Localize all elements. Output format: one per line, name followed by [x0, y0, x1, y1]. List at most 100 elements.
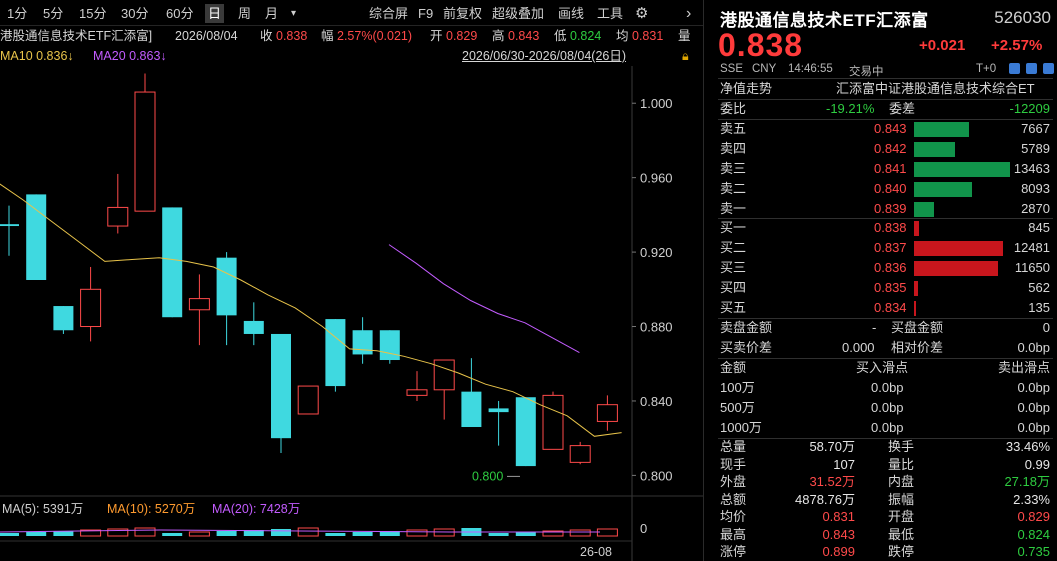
- bid-level-volume: 135: [1028, 300, 1050, 315]
- stats-row: 总量 58.70万 换手 33.46%: [704, 438, 1057, 456]
- weicha-label: 委差: [889, 101, 916, 116]
- slip-amount-header: 金额: [720, 360, 747, 375]
- chart-area: 1分 5分 15分 30分 60分日周月 ▾ 综合屏 F9 前复权 超级叠加 画线 工具 ⚙ › 港股通信…: [0, 0, 703, 561]
- ask-level-4[interactable]: 卖二 0.840 8093: [704, 179, 1057, 199]
- bid-level-price: 0.834: [874, 300, 907, 315]
- tool-0[interactable]: 综合屏: [366, 4, 411, 23]
- date-tick-label: 26-08: [580, 545, 612, 559]
- settings-icon[interactable]: ⚙: [632, 4, 651, 23]
- bid-level-2[interactable]: 买二 0.837 12481: [704, 238, 1057, 258]
- bid-level-1[interactable]: 买一 0.838 845: [704, 218, 1057, 238]
- period-tab-7[interactable]: 月: [262, 4, 281, 23]
- slip-sell-header: 卖出滑点: [997, 360, 1050, 375]
- tool-5[interactable]: 工具: [594, 4, 626, 23]
- ask-level-volume: 2870: [1021, 201, 1050, 216]
- bid-level-label: 买四: [720, 280, 747, 295]
- y-tick-label: 1.000: [640, 96, 673, 111]
- avg-value: 0.831: [632, 29, 664, 43]
- bid-volume-bar: [914, 281, 918, 296]
- sell-amount-value: -: [872, 320, 877, 335]
- candle-body: [325, 319, 346, 387]
- candle-body: [379, 330, 400, 361]
- nav-row[interactable]: 净值走势 汇添富中证港股通信息技术综合ET: [704, 79, 1057, 99]
- period-tab-3[interactable]: 30分: [118, 4, 151, 23]
- candle-body: [596, 404, 618, 422]
- bid-volume-bar: [914, 301, 916, 316]
- rel-spread-value: 0.0bp: [1017, 340, 1050, 355]
- slip-buy: 0.0bp: [871, 380, 904, 395]
- slippage-header: 金额 买入滑点 卖出滑点: [704, 358, 1057, 378]
- stat-label: 最高: [720, 526, 747, 542]
- ask-level-price: 0.843: [874, 121, 907, 136]
- candle-body: [433, 359, 455, 391]
- bid-level-label: 买三: [720, 260, 747, 275]
- ask-level-2[interactable]: 卖四 0.842 5789: [704, 139, 1057, 159]
- volume-bar: [134, 527, 156, 537]
- candlestick-chart[interactable]: 1.000 0.960 0.920 0.880 0.840 0.800 0.800 MA(5)…: [0, 66, 703, 561]
- chevron-right-icon[interactable]: ›: [683, 4, 694, 23]
- spread-value: 0.000: [842, 340, 875, 355]
- period-tab-1[interactable]: 5分: [40, 4, 66, 23]
- ask-level-label: 卖二: [720, 181, 747, 196]
- close-value: 0.838: [276, 29, 308, 43]
- ask-level-1[interactable]: 卖五 0.843 7667: [704, 119, 1057, 139]
- slippage-row: 100万 0.0bp 0.0bp: [704, 378, 1057, 398]
- period-tab-4[interactable]: 60分: [163, 4, 196, 23]
- sell-amount-label: 卖盘金额: [720, 320, 773, 335]
- ask-level-volume: 5789: [1021, 141, 1050, 156]
- y-tick-label: 0.840: [640, 394, 673, 409]
- tool-3[interactable]: 超级叠加: [489, 4, 547, 23]
- ask-volume-bar: [914, 182, 972, 197]
- bid-volume-bar: [914, 261, 998, 276]
- candle-body: [297, 385, 319, 415]
- candle-body: [188, 298, 210, 311]
- edit-icon[interactable]: [1009, 63, 1020, 74]
- period-tab-0[interactable]: 1分: [4, 4, 30, 23]
- date-range[interactable]: 2026/06/30-2026/08/04(26日): [462, 46, 626, 66]
- amp-value: 2.57%(0.021): [337, 29, 413, 43]
- candle-body: [134, 91, 156, 212]
- tool-2[interactable]: 前复权: [440, 4, 485, 23]
- stat-value: 0.99: [1024, 456, 1050, 472]
- bid-level-label: 买一: [720, 220, 747, 235]
- ask-level-5[interactable]: 卖一 0.839 2870: [704, 199, 1057, 219]
- ask-level-3[interactable]: 卖三 0.841 13463: [704, 159, 1057, 179]
- ma10-legend: MA10 0.836↓: [0, 49, 74, 63]
- period-tab-2[interactable]: 15分: [76, 4, 109, 23]
- lock-icon[interactable]: 🔒︎: [682, 46, 689, 66]
- tool-1[interactable]: F9: [415, 4, 436, 23]
- volume-bar: [26, 532, 47, 536]
- currency: CNY: [752, 63, 777, 75]
- quote-infobar: 港股通信息技术ETF汇添富] 2026/08/04 收 0.838 幅 2.57…: [0, 26, 703, 46]
- bid-level-price: 0.836: [874, 260, 907, 275]
- bid-level-price: 0.837: [874, 240, 907, 255]
- volume-bar: [271, 529, 291, 536]
- stat-value: 0.899: [822, 544, 855, 559]
- candle-body: [243, 320, 264, 334]
- period-dropdown[interactable]: ▾: [288, 4, 299, 23]
- stat-label: 外盘: [720, 474, 747, 489]
- tool-4[interactable]: 画线: [555, 4, 587, 23]
- quote-time: 14:46:55: [788, 63, 833, 75]
- low-value: 0.824: [570, 29, 602, 43]
- stat-value: 107: [833, 456, 855, 472]
- price-change-pct: +2.57%: [991, 37, 1043, 54]
- ma20-legend: MA20 0.863↓: [93, 49, 167, 63]
- period-tab-5[interactable]: 日: [205, 4, 225, 23]
- expand-icon[interactable]: [1043, 63, 1054, 74]
- bid-level-4[interactable]: 买四 0.835 562: [704, 278, 1057, 298]
- bid-level-5[interactable]: 买五 0.834 135: [704, 298, 1057, 318]
- export-icon[interactable]: [1026, 63, 1037, 74]
- stat-value: 0.824: [1017, 526, 1050, 542]
- weibi-row: 委比 -19.21% 委差 -12209: [704, 99, 1057, 119]
- period-tab-6[interactable]: 周: [235, 4, 254, 23]
- bid-level-label: 买五: [720, 300, 747, 315]
- bid-level-3[interactable]: 买三 0.836 11650: [704, 258, 1057, 278]
- settle-mode: T+0: [976, 63, 997, 75]
- bid-level-price: 0.835: [874, 280, 907, 295]
- low-label: 低: [554, 29, 567, 43]
- buy-amount-value: 0: [1042, 320, 1050, 335]
- stat-value: 58.70万: [809, 439, 855, 454]
- last-price: 0.838: [718, 27, 804, 63]
- bar-date: 2026/08/04: [175, 29, 238, 43]
